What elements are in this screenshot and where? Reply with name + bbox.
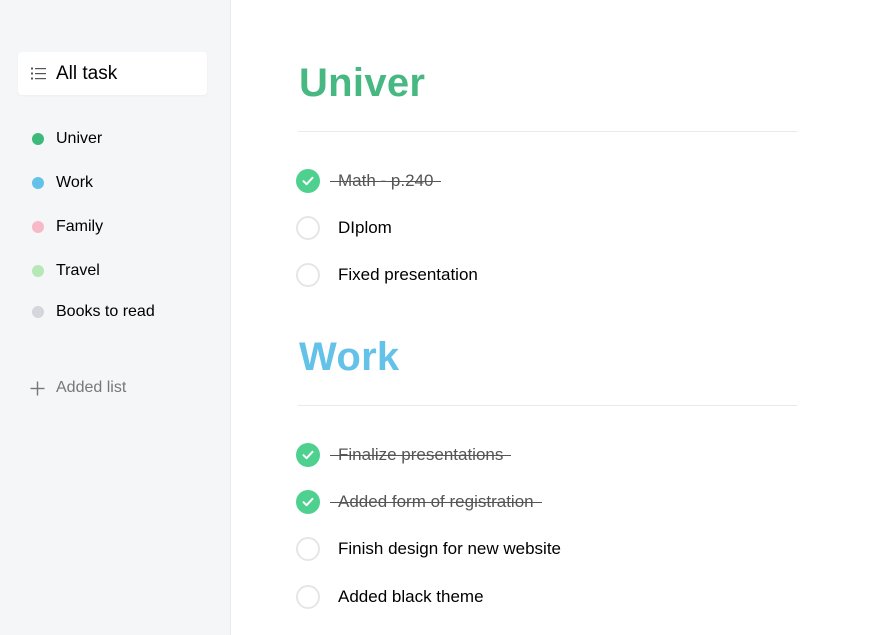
sidebar-item-label: Work bbox=[56, 174, 94, 191]
task-text: Finalize presentations bbox=[329, 445, 512, 464]
task-item[interactable]: Math - p.240 bbox=[296, 168, 442, 194]
sidebar-item-travel[interactable]: Travel bbox=[32, 260, 100, 282]
task-text: Added black theme bbox=[338, 587, 484, 606]
color-dot bbox=[32, 177, 44, 189]
divider bbox=[298, 131, 797, 132]
color-dot bbox=[32, 265, 44, 277]
sidebar-item-univer[interactable]: Univer bbox=[32, 128, 102, 150]
sidebar-item-books-to-read[interactable]: Books to read bbox=[32, 301, 155, 323]
task-item[interactable]: Added form of registration bbox=[296, 489, 542, 515]
checkbox[interactable] bbox=[296, 537, 320, 561]
task-item[interactable]: Added black theme bbox=[296, 584, 484, 610]
divider bbox=[298, 405, 797, 406]
check-icon bbox=[302, 450, 314, 460]
task-text: Math - p.240 bbox=[329, 171, 442, 190]
all-task-button[interactable]: All task bbox=[18, 52, 207, 95]
task-text: DIplom bbox=[338, 218, 392, 237]
check-icon bbox=[302, 497, 314, 507]
add-list-label: Added list bbox=[56, 379, 127, 396]
add-list-button[interactable]: Added list bbox=[30, 377, 126, 399]
section-title-work: Work bbox=[299, 335, 400, 379]
task-item[interactable]: Finish design for new website bbox=[296, 536, 561, 562]
color-dot bbox=[32, 221, 44, 233]
checkbox[interactable] bbox=[296, 263, 320, 287]
sidebar-item-work[interactable]: Work bbox=[32, 172, 93, 194]
checkbox[interactable] bbox=[296, 216, 320, 240]
task-item[interactable]: Fixed presentation bbox=[296, 262, 478, 288]
sidebar-item-label: Family bbox=[56, 218, 104, 235]
list-icon bbox=[31, 67, 46, 80]
sidebar-item-family[interactable]: Family bbox=[32, 216, 103, 238]
color-dot bbox=[32, 133, 44, 145]
all-task-label: All task bbox=[56, 62, 118, 84]
check-icon bbox=[302, 176, 314, 186]
sidebar-item-label: Books to read bbox=[56, 303, 155, 320]
checkbox[interactable] bbox=[296, 585, 320, 609]
sidebar-item-label: Travel bbox=[56, 262, 100, 279]
task-item[interactable]: Finalize presentations bbox=[296, 442, 512, 468]
checkbox[interactable] bbox=[296, 443, 320, 467]
checkbox[interactable] bbox=[296, 490, 320, 514]
task-text: Finish design for new website bbox=[338, 539, 562, 558]
plus-icon bbox=[30, 381, 45, 395]
sidebar: All task Univer Work Family Travel Books… bbox=[0, 0, 231, 635]
section-title-univer: Univer bbox=[299, 61, 426, 105]
checkbox[interactable] bbox=[296, 169, 320, 193]
sidebar-item-label: Univer bbox=[56, 130, 103, 147]
color-dot bbox=[32, 306, 44, 318]
task-text: Added form of registration bbox=[330, 492, 542, 511]
task-item[interactable]: DIplom bbox=[296, 215, 392, 241]
task-text: Fixed presentation bbox=[338, 265, 478, 284]
